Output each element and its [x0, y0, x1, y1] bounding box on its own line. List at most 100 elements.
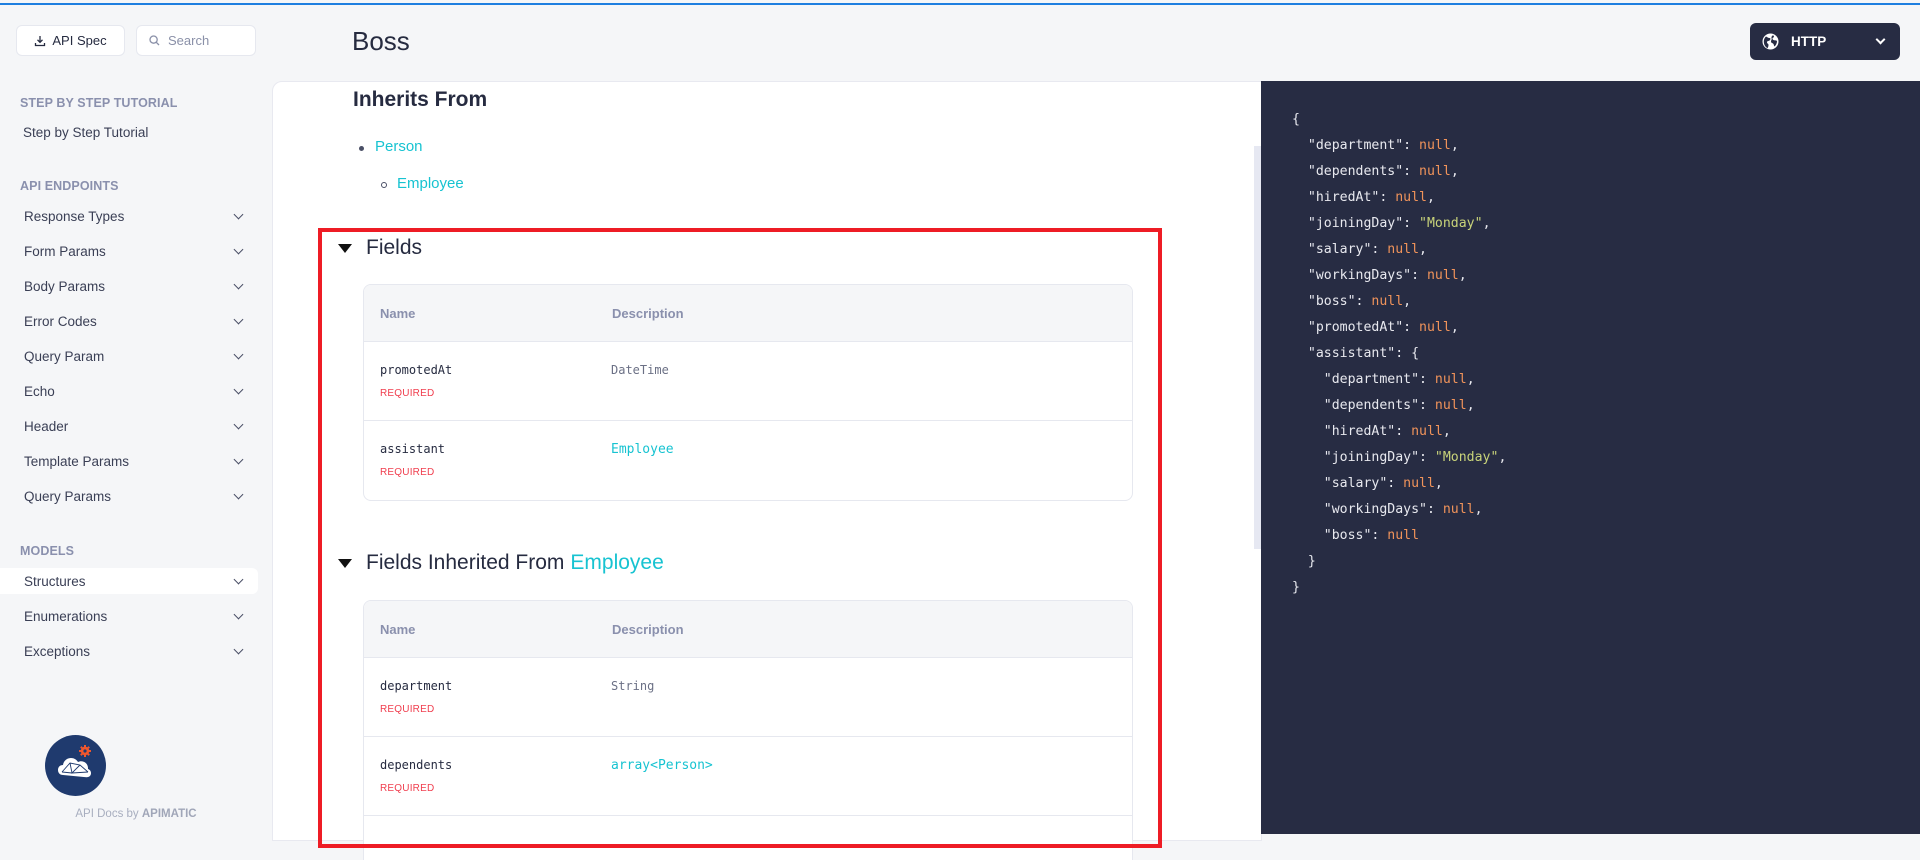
code-token: "department": — [1292, 372, 1435, 387]
sidebar: API Spec Search STEP BY STEP TUTORIAL St… — [0, 5, 272, 834]
code-token: , — [1466, 372, 1475, 387]
code-token: , — [1450, 164, 1459, 179]
sidebar-item-label: Response Types — [24, 208, 125, 224]
bullet-hollow-icon — [381, 182, 387, 188]
sidebar-item-exceptions[interactable]: Exceptions — [0, 638, 258, 664]
chevron-down-icon — [233, 644, 244, 654]
code-token: , — [1474, 502, 1483, 517]
code-token: , — [1498, 450, 1507, 465]
fields-heading: Fields — [366, 236, 423, 259]
code-line: "workingDays": null, — [1292, 497, 1506, 523]
sidebar-item-label: Query Param — [24, 348, 105, 364]
sidebar-item-label: Header — [24, 418, 69, 434]
chevron-down-icon — [233, 419, 244, 429]
column-header-description: Description — [612, 305, 684, 321]
code-token-null: null — [1387, 528, 1420, 543]
sidebar-item-body-params[interactable]: Body Params — [0, 273, 258, 299]
code-token-null: null — [1395, 190, 1427, 205]
sidebar-item-query-param[interactable]: Query Param — [0, 343, 258, 369]
code-token-null: null — [1434, 398, 1467, 413]
table-header: Name Description — [364, 285, 1132, 342]
sidebar-item-structures[interactable]: Structures — [0, 568, 258, 594]
code-token: } — [1292, 554, 1316, 569]
code-token: , — [1450, 320, 1459, 335]
search-input[interactable]: Search — [136, 25, 256, 56]
language-selector[interactable]: HTTP — [1750, 23, 1900, 60]
chevron-down-icon — [233, 609, 244, 619]
chevron-down-icon — [1875, 34, 1886, 45]
code-line: } — [1292, 575, 1506, 601]
section-heading-models: MODELS — [20, 544, 75, 558]
apimatic-logo[interactable] — [45, 735, 106, 796]
chevron-down-icon — [233, 489, 244, 499]
api-spec-label: API Spec — [52, 33, 107, 48]
code-token-null: null — [1419, 138, 1451, 153]
code-line: "dependents": null, — [1292, 393, 1506, 419]
sidebar-item-label: Error Codes — [24, 313, 97, 329]
code-sample: { "department": null, "dependents": null… — [1292, 107, 1506, 601]
top-progress-bar — [0, 3, 1920, 5]
chevron-down-icon — [233, 209, 244, 219]
required-badge: REQUIRED — [380, 783, 435, 794]
field-name: dependents — [380, 758, 453, 772]
code-token-null: null — [1419, 164, 1451, 179]
cloud-gear-icon — [58, 745, 91, 778]
code-token: , — [1458, 268, 1467, 283]
inherits-link-employee[interactable]: Employee — [397, 175, 464, 192]
inherited-fields-table: Name Description department REQUIRED Str… — [363, 600, 1133, 860]
chevron-down-icon — [233, 574, 244, 584]
sidebar-item-enumerations[interactable]: Enumerations — [0, 603, 258, 629]
code-token: , — [1482, 216, 1491, 231]
column-header-name: Name — [380, 621, 416, 637]
search-icon — [149, 35, 160, 46]
code-token-null: null — [1371, 294, 1404, 309]
search-placeholder: Search — [168, 33, 210, 48]
chevron-down-icon — [233, 349, 244, 359]
code-line: "salary": null, — [1292, 471, 1506, 497]
section-heading-api-endpoints: API ENDPOINTS — [20, 179, 119, 193]
sidebar-item-label: Structures — [24, 573, 86, 589]
code-line: "promotedAt": null, — [1292, 315, 1506, 341]
sidebar-item-label: Body Params — [24, 278, 106, 294]
sidebar-item-echo[interactable]: Echo — [0, 378, 258, 404]
sidebar-item-query-params[interactable]: Query Params — [0, 483, 258, 509]
sidebar-item-error-codes[interactable]: Error Codes — [0, 308, 258, 334]
fields-section-toggle[interactable]: Fields — [338, 236, 422, 260]
code-token: "workingDays": — [1292, 268, 1427, 283]
sidebar-item-form-params[interactable]: Form Params — [0, 238, 258, 264]
sidebar-item-template-params[interactable]: Template Params — [0, 448, 258, 474]
field-type-link[interactable]: Employee — [611, 442, 674, 457]
table-row: promotedAt REQUIRED DateTime — [364, 342, 1132, 421]
sidebar-item-label: Form Params — [24, 243, 106, 259]
sidebar-item-response-types[interactable]: Response Types — [0, 203, 258, 229]
required-badge: REQUIRED — [380, 467, 435, 478]
code-line: "joiningDay": "Monday", — [1292, 445, 1507, 471]
code-line: "department": null, — [1292, 133, 1506, 159]
api-spec-button[interactable]: API Spec — [16, 25, 125, 56]
code-token-null: null — [1434, 372, 1467, 387]
inherits-link-person[interactable]: Person — [375, 138, 423, 155]
sidebar-item-label: Query Params — [24, 488, 112, 504]
inherited-heading-link[interactable]: Employee — [570, 551, 663, 575]
code-line: "boss": null, — [1292, 289, 1506, 315]
code-token: "assistant": { — [1292, 346, 1420, 361]
code-line: "salary": null, — [1292, 237, 1506, 263]
code-token: "department": — [1292, 138, 1420, 153]
code-token: , — [1442, 424, 1451, 439]
table-header: Name Description — [364, 601, 1132, 658]
field-type: DateTime — [611, 363, 669, 377]
sidebar-link-step-by-step-tutorial[interactable]: Step by Step Tutorial — [23, 125, 148, 140]
inherited-fields-section-toggle[interactable]: Fields Inherited From Employee — [338, 551, 664, 575]
column-header-description: Description — [612, 621, 684, 637]
sidebar-item-header[interactable]: Header — [0, 413, 258, 439]
column-header-name: Name — [380, 305, 416, 321]
code-token: , — [1466, 398, 1475, 413]
code-token-null: null — [1387, 242, 1420, 257]
field-name: assistant — [380, 442, 446, 456]
inherits-from-heading: Inherits From — [353, 88, 488, 111]
code-line: } — [1292, 549, 1506, 575]
field-type: String — [611, 679, 655, 693]
field-type-link[interactable]: array<Person> — [611, 758, 713, 773]
globe-icon — [1762, 33, 1779, 50]
caret-down-icon — [338, 243, 352, 253]
